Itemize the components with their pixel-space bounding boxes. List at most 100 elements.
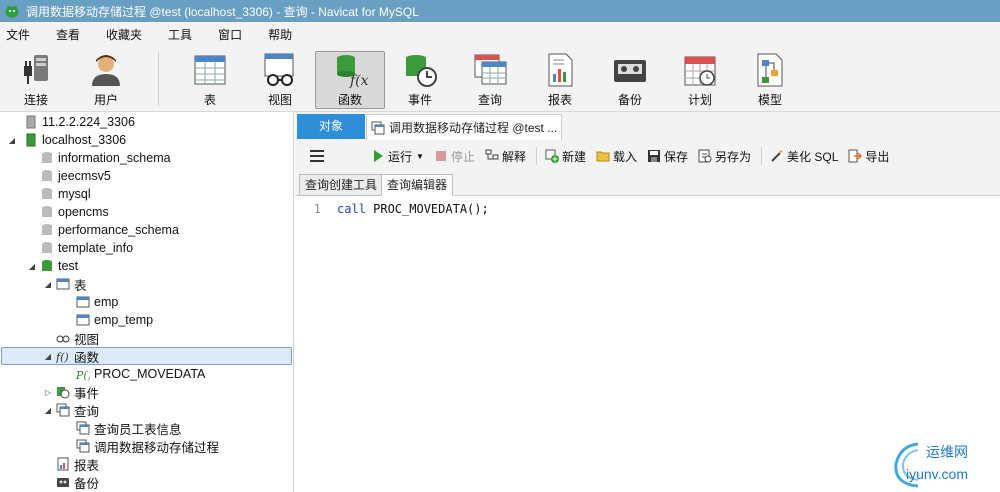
stop-button[interactable]: 停止 [434,148,475,165]
collapse-arrow-icon[interactable]: ◢ [24,262,40,271]
function-icon: f() [56,351,69,363]
tree-db-template-info[interactable]: template_info [0,239,293,257]
tree-table-emp[interactable]: emp [0,293,293,311]
function-button[interactable]: f(x) 函数 [315,51,385,109]
menu-view[interactable]: 查看 [43,26,93,43]
save-button[interactable]: 保存 [647,148,688,165]
play-icon [374,150,383,162]
export-button[interactable]: 导出 [848,148,889,165]
explain-icon [485,149,499,160]
query-subtabs: 查询创建工具 查询编辑器 [295,172,1000,196]
menu-file[interactable]: 文件 [0,26,43,43]
backup-icon [57,478,69,487]
watermark: 运维网 iyunv.com [888,436,998,490]
user-icon [92,55,120,86]
tree-db-test[interactable]: ◢ test [0,257,293,275]
svg-text:P(): P() [76,369,90,381]
event-icon [406,55,437,87]
tree-db-jeecmsv5[interactable]: jeecmsv5 [0,167,293,185]
new-button[interactable]: 新建 [545,148,586,165]
hamburger-menu-icon[interactable] [309,149,325,163]
tree-folder-views[interactable]: 视图 [0,329,293,347]
user-button[interactable]: 用户 [75,52,137,108]
tree-folder-backups[interactable]: 备份 [0,473,293,491]
table-icon [194,55,226,85]
view-icon [264,53,294,86]
menu-favorites[interactable]: 收藏夹 [93,26,155,43]
tree-folder-reports[interactable]: 报表 [0,455,293,473]
watermark-domain: iyunv.com [906,466,968,482]
menu-window[interactable]: 窗口 [205,26,255,43]
tree-folder-queries[interactable]: ◢ 查询 [0,401,293,419]
model-button[interactable]: 模型 [739,52,801,108]
collapse-arrow-icon[interactable]: ◢ [40,352,56,361]
toolbar-divider [535,147,537,165]
menu-bar: 文件 查看 收藏夹 工具 窗口 帮助 [0,22,1000,46]
backup-icon [614,60,646,82]
tree-query-call-procedure[interactable]: 调用数据移动存储过程 [0,437,293,455]
menu-help[interactable]: 帮助 [255,26,305,43]
tree-db-performance-schema[interactable]: performance_schema [0,221,293,239]
code-line[interactable]: call PROC_MOVEDATA(); [337,202,489,216]
dropdown-arrow-icon[interactable]: ▼ [416,152,424,161]
toolbar-divider [158,52,159,106]
schedule-button[interactable]: 计划 [669,52,731,108]
tree-folder-events[interactable]: ▷ 事件 [0,383,293,401]
tree-connection-localhost[interactable]: ◢ localhost_3306 [0,131,293,149]
line-gutter: 1 [295,196,327,492]
load-button[interactable]: 载入 [596,148,637,165]
tab-query-editor-sub[interactable]: 查询编辑器 [381,174,454,196]
tree-connection-remote[interactable]: 11.2.2.224_3306 [0,113,293,131]
table-icon [56,278,70,290]
tab-query-builder[interactable]: 查询创建工具 [299,174,384,196]
run-button[interactable]: 运行 ▼ [371,148,424,165]
title-bar: 调用数据移动存储过程 @test (localhost_3306) - 查询 -… [0,0,1000,22]
line-number: 1 [313,202,321,216]
function-icon: f(x) [337,55,368,88]
procedure-icon: P() [76,369,90,381]
table-button[interactable]: 表 [179,52,241,108]
report-icon [548,53,573,87]
tree-db-opencms[interactable]: opencms [0,203,293,221]
menu-tools[interactable]: 工具 [155,26,205,43]
folder-icon [596,151,610,162]
event-button[interactable]: 事件 [389,52,451,108]
tree-folder-functions[interactable]: ◢ f() 函数 [0,347,293,365]
tree-query-employee-info[interactable]: 查询员工表信息 [0,419,293,437]
database-icon [42,224,52,235]
database-icon [42,260,52,271]
query-icon [56,403,70,417]
collapse-arrow-icon[interactable]: ◢ [40,280,56,289]
expand-arrow-icon[interactable]: ▷ [40,388,56,397]
report-button[interactable]: 报表 [529,52,591,108]
tab-objects[interactable]: 对象 [297,114,365,139]
tree-table-emp-temp[interactable]: emp_temp [0,311,293,329]
tree-procedure-proc-movedata[interactable]: P() PROC_MOVEDATA [0,365,293,383]
plug-icon [24,55,48,84]
tab-query-editor[interactable]: 调用数据移动存储过程 @test ... [366,114,562,140]
tree-db-mysql[interactable]: mysql [0,185,293,203]
query-toolbar: 运行 ▼ 停止 解释 新建 载入 保存 另存为 美化 SQL 导出 [295,140,1000,172]
collapse-arrow-icon[interactable]: ◢ [40,406,56,415]
report-icon [57,457,69,471]
database-icon [42,170,52,181]
tree-db-information-schema[interactable]: information_schema [0,149,293,167]
server-icon [26,115,36,129]
document-tabs: 对象 调用数据移动存储过程 @test ... [295,112,1000,140]
save-as-button[interactable]: 另存为 [698,148,751,165]
query-icon [371,121,385,134]
backup-button[interactable]: 备份 [599,52,661,108]
save-icon [648,150,660,162]
query-button[interactable]: 查询 [459,52,521,108]
beautify-sql-button[interactable]: 美化 SQL [770,148,838,165]
view-button[interactable]: 视图 [249,52,311,108]
explain-button[interactable]: 解释 [485,148,526,165]
object-tree[interactable]: 11.2.2.224_3306 ◢ localhost_3306 informa… [0,112,294,492]
new-icon [545,149,559,163]
database-icon [42,188,52,199]
model-icon [757,53,783,87]
connect-button[interactable]: 连接 [5,52,67,108]
collapse-arrow-icon[interactable]: ◢ [0,136,24,145]
toolbar-divider [761,147,763,165]
tree-folder-tables[interactable]: ◢ 表 [0,275,293,293]
